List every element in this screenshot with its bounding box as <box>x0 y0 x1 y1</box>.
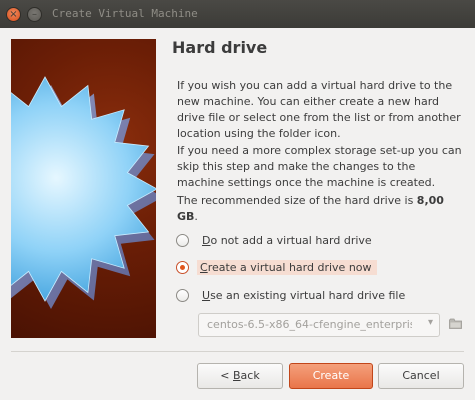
advanced-paragraph: If you need a more complex storage set-u… <box>177 144 462 189</box>
radio-create-hard-drive[interactable] <box>176 261 189 274</box>
option-existing-hard-drive-label[interactable]: Use an existing virtual hard drive file <box>200 288 407 303</box>
recommended-size-prefix: The recommended size of the hard drive i… <box>177 194 417 207</box>
dropdown-arrow-icon: ▾ <box>427 317 433 328</box>
close-button[interactable]: × <box>6 7 21 22</box>
radio-no-hard-drive[interactable] <box>176 234 189 247</box>
create-button[interactable]: Create <box>289 363 373 389</box>
recommended-size-paragraph: The recommended size of the hard drive i… <box>177 193 462 225</box>
cancel-button[interactable]: Cancel <box>378 363 464 389</box>
close-icon: × <box>9 9 18 20</box>
recommended-size-suffix: . <box>194 210 198 223</box>
minimize-icon: – <box>32 9 37 20</box>
radio-existing-hard-drive[interactable] <box>176 289 189 302</box>
window-title: Create Virtual Machine <box>52 7 198 20</box>
title-bar: × – Create Virtual Machine <box>0 0 475 28</box>
back-button[interactable]: < Back <box>197 363 283 389</box>
wizard-side-image <box>11 39 156 338</box>
folder-icon[interactable] <box>449 318 462 329</box>
existing-file-combobox[interactable]: centos-6.5-x86_64-cfengine_enterprise-3.… <box>198 313 440 337</box>
option-create-hard-drive-label[interactable]: Create a virtual hard drive now <box>197 260 377 275</box>
separator <box>11 351 464 352</box>
intro-paragraph: If you wish you can add a virtual hard d… <box>177 79 461 140</box>
option-no-hard-drive-label[interactable]: Do not add a virtual hard drive <box>200 233 374 248</box>
starburst-image <box>11 76 156 309</box>
minimize-button[interactable]: – <box>27 7 42 22</box>
page-heading: Hard drive <box>172 38 268 57</box>
existing-file-value: centos-6.5-x86_64-cfengine_enterprise-3.… <box>207 318 412 331</box>
